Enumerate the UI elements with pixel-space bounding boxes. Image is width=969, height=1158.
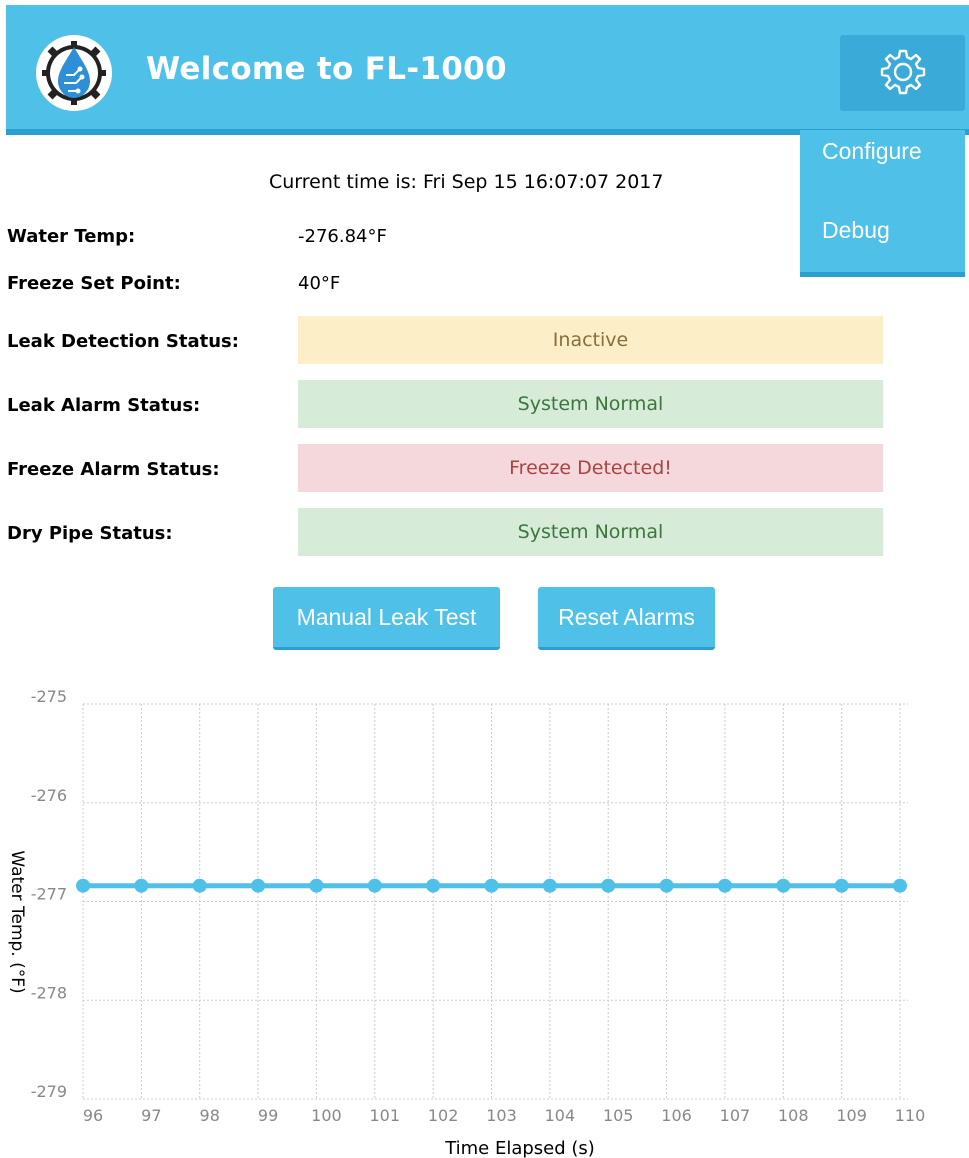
- data-point: [601, 878, 616, 893]
- data-point: [776, 878, 791, 893]
- leak-alarm-status-label: Leak Alarm Status:: [7, 395, 201, 416]
- data-point: [484, 878, 499, 893]
- page-title: Welcome to FL-1000: [146, 51, 507, 87]
- x-tick-label: 104: [545, 1106, 576, 1125]
- leak-alarm-status-badge: System Normal: [298, 380, 883, 428]
- menu-item-configure[interactable]: Configure: [822, 138, 922, 165]
- y-axis-title: Water Temp. (°F): [7, 850, 27, 993]
- data-point: [717, 878, 732, 893]
- settings-button[interactable]: [840, 35, 965, 111]
- x-tick-label: 109: [836, 1106, 867, 1125]
- freeze-set-point-value: 40°F: [298, 273, 341, 294]
- data-point: [251, 878, 266, 893]
- x-tick-label: 100: [311, 1106, 342, 1125]
- header-bar: Welcome to FL-1000: [6, 5, 969, 135]
- data-point: [192, 878, 207, 893]
- x-tick-label: 98: [200, 1106, 220, 1125]
- menu-item-debug[interactable]: Debug: [822, 217, 890, 244]
- x-tick-label: 101: [370, 1106, 401, 1125]
- leak-detection-status-badge: Inactive: [298, 316, 883, 364]
- data-point: [834, 878, 849, 893]
- y-tick-label: -275: [31, 687, 67, 706]
- current-time: Current time is: Fri Sep 15 16:07:07 201…: [269, 171, 664, 193]
- y-tick-label: -277: [31, 885, 67, 904]
- x-tick-label: 107: [720, 1106, 751, 1125]
- freeze-alarm-status-badge: Freeze Detected!: [298, 444, 883, 492]
- data-point: [426, 878, 441, 893]
- leak-detection-status-label: Leak Detection Status:: [7, 331, 239, 352]
- data-point: [134, 878, 149, 893]
- water-drop-circuit-gear-icon: [36, 35, 112, 111]
- data-point: [309, 878, 324, 893]
- x-tick-label: 103: [486, 1106, 517, 1125]
- settings-dropdown-menu: Configure Debug: [800, 130, 965, 277]
- freeze-set-point-label: Freeze Set Point:: [7, 273, 181, 294]
- y-tick-label: -278: [31, 983, 67, 1002]
- x-tick-label: 108: [778, 1106, 809, 1125]
- x-tick-label: 102: [428, 1106, 459, 1125]
- data-point: [893, 878, 907, 893]
- x-tick-label: 97: [141, 1106, 161, 1125]
- data-point: [659, 878, 674, 893]
- x-tick-label: 99: [258, 1106, 278, 1125]
- water-temp-value: -276.84°F: [298, 226, 387, 247]
- y-tick-label: -276: [31, 786, 67, 805]
- water-temp-chart: -275 -276 -277 -278 -279 96 97 98 99 100 101 102 103…: [7, 687, 926, 1158]
- x-axis-title: Time Elapsed (s): [444, 1138, 595, 1158]
- dry-pipe-status-label: Dry Pipe Status:: [7, 523, 173, 544]
- x-tick-label: 110: [895, 1106, 926, 1125]
- data-point: [76, 878, 90, 893]
- reset-alarms-button[interactable]: Reset Alarms: [538, 587, 715, 650]
- x-tick-label: 96: [83, 1106, 103, 1125]
- x-tick-label: 106: [661, 1106, 692, 1125]
- water-temp-label: Water Temp:: [7, 226, 136, 247]
- data-point: [367, 878, 382, 893]
- freeze-alarm-status-label: Freeze Alarm Status:: [7, 459, 220, 480]
- gear-icon: [879, 47, 927, 99]
- y-tick-label: -279: [31, 1082, 67, 1101]
- x-tick-label: 105: [603, 1106, 634, 1125]
- dry-pipe-status-badge: System Normal: [298, 508, 883, 556]
- data-point: [542, 878, 557, 893]
- manual-leak-test-button[interactable]: Manual Leak Test: [273, 587, 500, 650]
